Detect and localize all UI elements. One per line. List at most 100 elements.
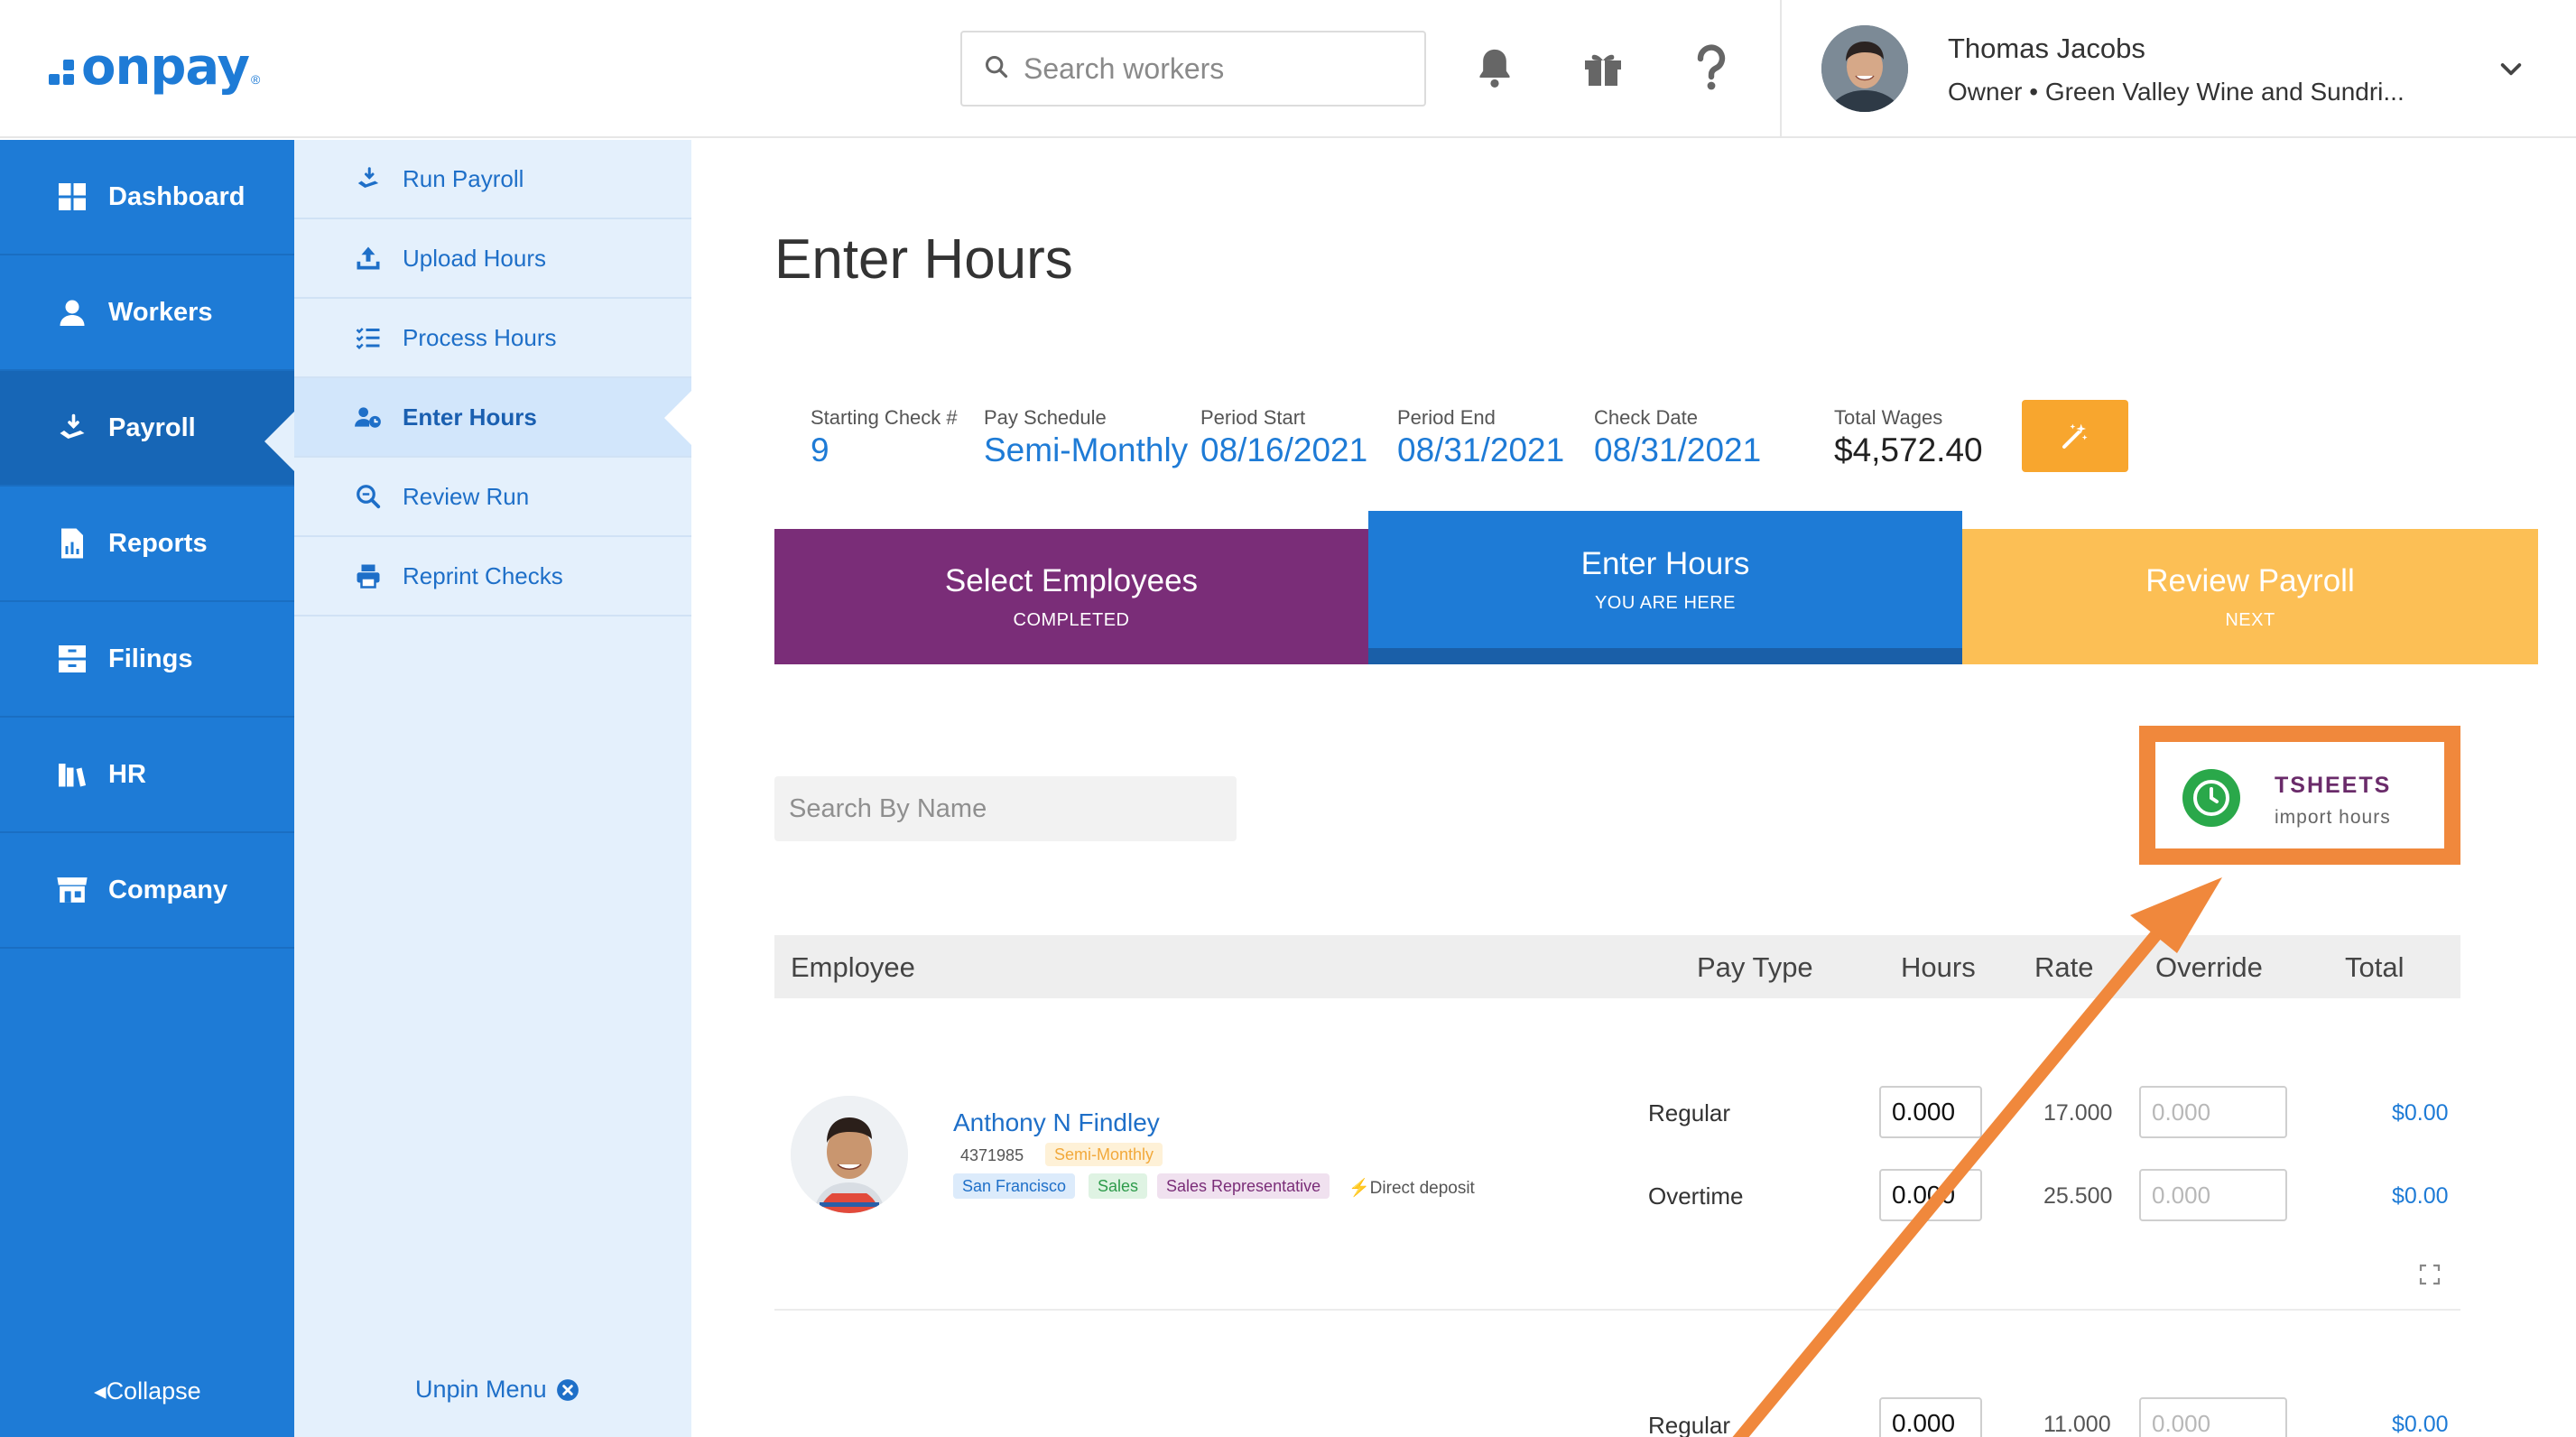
upload-icon xyxy=(354,244,383,273)
column-rate: Rate xyxy=(2034,951,2094,983)
printer-icon xyxy=(354,561,383,590)
hr-icon xyxy=(56,758,88,791)
sidebar-item-label: Filings xyxy=(108,644,193,673)
pay-type-regular: Regular xyxy=(1648,1412,1731,1437)
logo-registered-mark: ® xyxy=(251,72,261,87)
tsheets-import-button[interactable]: TSHEETS import hours xyxy=(2139,726,2460,865)
submenu-item-review-run[interactable]: Review Run xyxy=(294,458,691,537)
pay-type-regular: Regular xyxy=(1648,1099,1731,1126)
search-workers-box[interactable] xyxy=(960,31,1426,107)
unpin-menu-button[interactable]: Unpin Menu xyxy=(415,1376,579,1404)
submenu-item-label: Review Run xyxy=(403,482,530,510)
search-workers-input[interactable] xyxy=(1024,51,1403,86)
sidebar-item-payroll[interactable]: Payroll xyxy=(0,371,295,487)
check-date-label: Check Date xyxy=(1594,406,1698,429)
tsheets-subtitle: import hours xyxy=(2275,807,2391,828)
hours-table-header: Employee Pay Type Hours Rate Override To… xyxy=(774,935,2460,998)
department-tag: Sales xyxy=(1089,1173,1148,1199)
user-avatar[interactable] xyxy=(1821,25,1908,112)
submenu-item-reprint-checks[interactable]: Reprint Checks xyxy=(294,537,691,617)
regular-hours-input[interactable] xyxy=(1879,1397,1982,1437)
direct-deposit-label: Direct deposit xyxy=(1369,1179,1475,1198)
dashboard-icon xyxy=(56,181,88,213)
pay-schedule-value: Semi-Monthly xyxy=(984,431,1189,468)
submenu-item-label: Enter Hours xyxy=(403,403,537,431)
active-indicator xyxy=(664,391,691,445)
sidebar-item-label: Dashboard xyxy=(108,181,246,211)
employee-name-link[interactable]: Anthony N Findley xyxy=(953,1108,1160,1137)
gift-icon[interactable] xyxy=(1580,42,1626,94)
employee-avatar xyxy=(791,1096,908,1213)
sidebar-item-label: Company xyxy=(108,875,228,904)
reports-icon xyxy=(56,527,88,560)
sidebar-item-reports[interactable]: Reports xyxy=(0,487,294,602)
check-date-value: 08/31/2021 xyxy=(1594,431,1762,468)
filings-icon xyxy=(56,643,88,675)
step-enter-hours[interactable]: Enter Hours YOU ARE HERE xyxy=(1368,511,1962,664)
period-start-label: Period Start xyxy=(1200,406,1306,429)
regular-rate: 11.000 xyxy=(2043,1412,2111,1437)
starting-check-value: 9 xyxy=(811,431,829,468)
submenu-item-label: Reprint Checks xyxy=(403,561,563,589)
help-question-icon[interactable] xyxy=(1688,42,1735,94)
unpin-menu-label: Unpin Menu xyxy=(415,1376,547,1403)
submenu-item-process-hours[interactable]: Process Hours xyxy=(294,299,691,378)
collapse-label: Collapse xyxy=(106,1377,201,1405)
employee-id: 4371985 xyxy=(960,1146,1024,1164)
onpay-logo[interactable]: onpay ® xyxy=(49,38,261,97)
regular-hours-input[interactable] xyxy=(1879,1086,1982,1138)
submenu-item-upload-hours[interactable]: Upload Hours xyxy=(294,219,691,299)
search-by-name-input[interactable] xyxy=(774,776,1237,841)
step-status: COMPLETED xyxy=(1013,609,1130,630)
overtime-hours-input[interactable] xyxy=(1879,1169,1982,1221)
total-wages-label: Total Wages xyxy=(1834,406,1943,429)
regular-total: $0.00 xyxy=(2392,1412,2449,1437)
submenu-item-enter-hours[interactable]: Enter Hours xyxy=(294,378,691,458)
sidebar-item-label: HR xyxy=(108,759,146,789)
magic-wand-button[interactable] xyxy=(2022,400,2128,472)
location-tag: San Francisco xyxy=(953,1173,1076,1199)
row-divider xyxy=(774,1309,2460,1311)
overtime-override-input[interactable] xyxy=(2139,1169,2287,1221)
sidebar-item-dashboard[interactable]: Dashboard xyxy=(0,140,294,255)
regular-override-input[interactable] xyxy=(2139,1086,2287,1138)
step-select-employees[interactable]: Select Employees COMPLETED xyxy=(774,529,1368,664)
collapse-button[interactable]: ◂Collapse xyxy=(94,1377,201,1405)
column-total: Total xyxy=(2345,951,2405,983)
primary-sidebar: Dashboard Workers Payroll Reports Filing… xyxy=(0,140,295,1437)
column-pay-type: Pay Type xyxy=(1697,951,1813,983)
close-circle-icon xyxy=(556,1378,579,1402)
workers-icon xyxy=(56,296,88,329)
review-search-icon xyxy=(354,482,383,511)
period-start-value: 08/16/2021 xyxy=(1200,431,1368,468)
submenu-item-label: Run Payroll xyxy=(403,164,524,192)
sidebar-item-filings[interactable]: Filings xyxy=(0,602,294,718)
sidebar-item-workers[interactable]: Workers xyxy=(0,255,294,371)
step-review-payroll[interactable]: Review Payroll NEXT xyxy=(1962,529,2538,664)
expand-icon[interactable] xyxy=(2419,1264,2441,1285)
user-role-company: Owner • Green Valley Wine and Sundri... xyxy=(1948,78,2405,106)
pay-schedule-tag: Semi-Monthly xyxy=(1045,1143,1163,1166)
page-title: Enter Hours xyxy=(774,228,1073,291)
step-title: Review Payroll xyxy=(2145,562,2355,598)
sidebar-item-label: Reports xyxy=(108,528,208,558)
regular-override-input[interactable] xyxy=(2139,1397,2287,1437)
chevron-down-icon[interactable] xyxy=(2497,54,2525,83)
list-icon xyxy=(354,323,383,352)
step-status: NEXT xyxy=(2225,609,2275,630)
period-end-value: 08/31/2021 xyxy=(1397,431,1565,468)
lightning-icon: ⚡ xyxy=(1348,1179,1370,1198)
submenu-item-run-payroll[interactable]: Run Payroll xyxy=(294,140,691,219)
payroll-icon xyxy=(56,412,88,444)
sidebar-item-hr[interactable]: HR xyxy=(0,718,294,833)
step-title: Enter Hours xyxy=(1580,545,1750,581)
sidebar-item-company[interactable]: Company xyxy=(0,833,294,949)
column-hours: Hours xyxy=(1901,951,1976,983)
header-divider xyxy=(1780,0,1782,138)
overtime-rate: 25.500 xyxy=(2043,1183,2113,1209)
payroll-submenu: Run Payroll Upload Hours Process Hours E… xyxy=(294,140,691,1437)
chevron-left-icon: ◂ xyxy=(94,1377,107,1405)
submenu-item-label: Upload Hours xyxy=(403,244,546,272)
run-payroll-icon xyxy=(354,164,383,193)
bell-icon[interactable] xyxy=(1471,42,1518,94)
